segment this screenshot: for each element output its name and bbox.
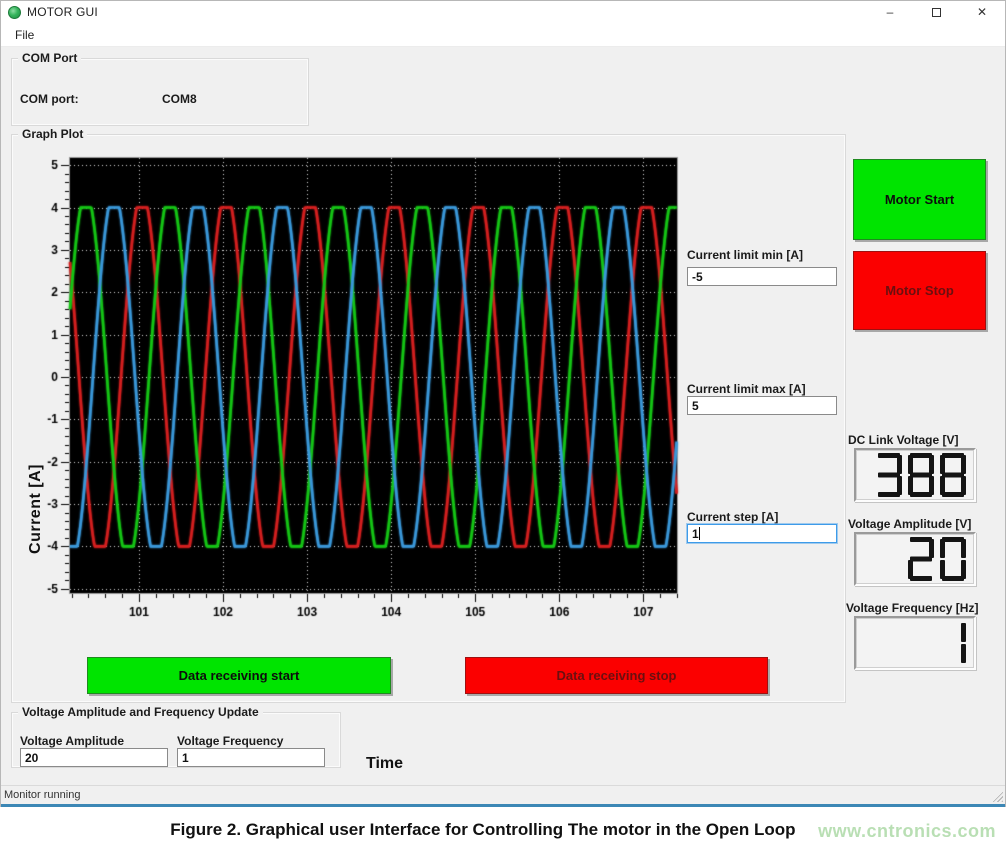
voltage-frequency-display-label: Voltage Frequency [Hz] <box>846 601 978 615</box>
motor-stop-button[interactable]: Motor Stop <box>853 251 986 330</box>
data-receiving-stop-button[interactable]: Data receiving stop <box>465 657 768 694</box>
current-limit-max-label: Current limit max [A] <box>687 382 806 396</box>
status-text: Monitor running <box>1 789 80 801</box>
com-port-group: COM Port COM port: COM8 <box>11 58 309 126</box>
graph-plot-group: Graph Plot Current [A] Time Current limi… <box>11 134 846 703</box>
voltage-amplitude-display-label: Voltage Amplitude [V] <box>848 517 971 531</box>
app-icon <box>8 6 21 19</box>
voltage-amplitude-label: Voltage Amplitude <box>20 734 124 748</box>
voltage-amplitude-display <box>854 532 976 586</box>
menubar: File <box>1 23 1005 47</box>
close-icon[interactable]: ✕ <box>959 1 1005 23</box>
com-port-group-label: COM Port <box>18 51 81 65</box>
maximize-icon[interactable] <box>913 1 959 23</box>
titlebar: MOTOR GUI – ✕ <box>1 1 1005 23</box>
dc-link-voltage-display <box>854 448 976 502</box>
voltage-frequency-display <box>854 616 976 670</box>
current-limit-min-input[interactable] <box>687 267 837 286</box>
data-receiving-start-button[interactable]: Data receiving start <box>87 657 391 694</box>
com-port-value: COM8 <box>162 92 197 106</box>
text-cursor <box>699 527 700 540</box>
com-port-label: COM port: <box>20 92 79 106</box>
voltage-frequency-input[interactable] <box>177 748 325 767</box>
app-window: MOTOR GUI – ✕ File COM Port COM port: CO… <box>0 0 1006 807</box>
window-controls: – ✕ <box>867 1 1005 23</box>
y-axis-label: Current [A] <box>27 449 45 569</box>
voltage-amplitude-input[interactable] <box>20 748 168 767</box>
status-bar: Monitor running <box>1 785 1005 804</box>
current-step-input[interactable] <box>687 524 837 543</box>
voltage-update-group: Voltage Amplitude and Frequency Update V… <box>11 712 341 768</box>
current-limit-min-label: Current limit min [A] <box>687 248 803 262</box>
menu-item-file[interactable]: File <box>9 26 40 44</box>
current-limit-max-input[interactable] <box>687 396 837 415</box>
voltage-frequency-label: Voltage Frequency <box>177 734 283 748</box>
caption-area: Figure 2. Graphical user Interface for C… <box>0 807 1006 848</box>
window-title: MOTOR GUI <box>27 5 98 19</box>
voltage-update-group-label: Voltage Amplitude and Frequency Update <box>18 705 263 719</box>
minimize-icon[interactable]: – <box>867 1 913 23</box>
current-waveform-chart <box>42 150 702 620</box>
resize-grip-icon[interactable] <box>990 789 1003 802</box>
current-step-label: Current step [A] <box>687 510 778 524</box>
dc-link-voltage-label: DC Link Voltage [V] <box>848 433 958 447</box>
graph-plot-group-label: Graph Plot <box>18 127 87 141</box>
watermark: www.cntronics.com <box>818 821 996 842</box>
motor-start-button[interactable]: Motor Start <box>853 159 986 240</box>
